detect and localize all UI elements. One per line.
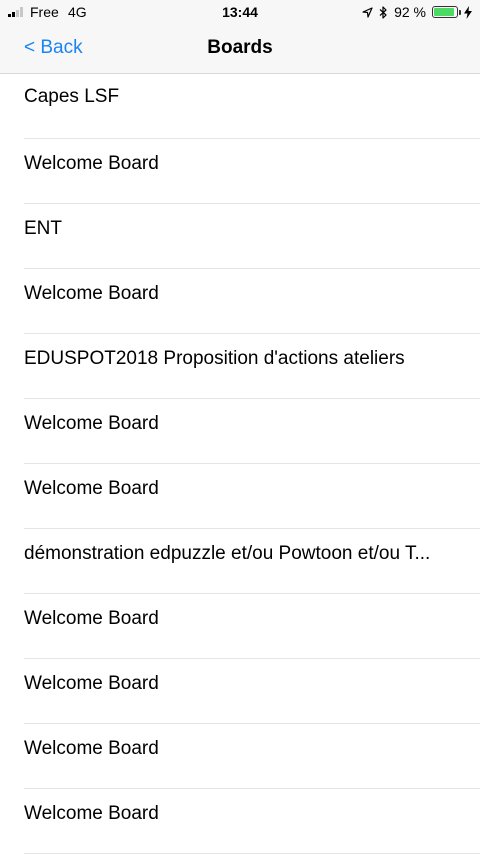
board-row[interactable]: Capes LSF <box>0 74 480 139</box>
status-bar: Free 4G 13:44 92 % <box>0 0 480 24</box>
board-row[interactable]: démonstration edpuzzle et/ou Powtoon et/… <box>0 529 480 594</box>
board-row[interactable]: EDUSPOT2018 Proposition d'actions atelie… <box>0 334 480 399</box>
battery-level-fill <box>434 8 455 16</box>
board-name: Welcome Board <box>24 478 159 499</box>
board-name: ENT <box>24 218 62 239</box>
board-row[interactable]: Welcome Board <box>0 789 480 854</box>
board-name: Welcome Board <box>24 283 159 304</box>
board-name: Welcome Board <box>24 413 159 434</box>
battery-icon <box>432 6 461 18</box>
board-row[interactable]: Welcome Board <box>0 659 480 724</box>
board-name: EDUSPOT2018 Proposition d'actions atelie… <box>24 348 405 369</box>
board-name: Welcome Board <box>24 803 159 824</box>
board-row[interactable]: Welcome Board <box>0 464 480 529</box>
board-name: démonstration edpuzzle et/ou Powtoon et/… <box>24 543 431 564</box>
board-row[interactable]: Welcome Board <box>0 139 480 204</box>
board-name: Welcome Board <box>24 608 159 629</box>
board-row[interactable]: Welcome Board <box>0 399 480 464</box>
battery-percent: 92 % <box>394 4 426 20</box>
status-indicators: 92 % <box>362 3 472 21</box>
board-row[interactable]: ENT <box>0 204 480 269</box>
board-name: Capes LSF <box>24 86 120 107</box>
board-row[interactable]: Welcome Board <box>0 724 480 789</box>
board-name: Welcome Board <box>24 153 159 174</box>
board-name: Welcome Board <box>24 673 159 694</box>
page-title: Boards <box>207 37 273 58</box>
location-arrow-icon <box>362 6 373 18</box>
board-row[interactable]: Welcome Board <box>0 269 480 334</box>
navigation-bar: < Back Boards <box>0 24 480 74</box>
bluetooth-icon <box>379 5 387 19</box>
board-list: Capes LSF Welcome Board ENT Welcome Board ED… <box>0 74 480 854</box>
board-row[interactable]: Welcome Board <box>0 594 480 659</box>
board-name: Welcome Board <box>24 738 159 759</box>
charging-bolt-icon <box>464 5 472 19</box>
